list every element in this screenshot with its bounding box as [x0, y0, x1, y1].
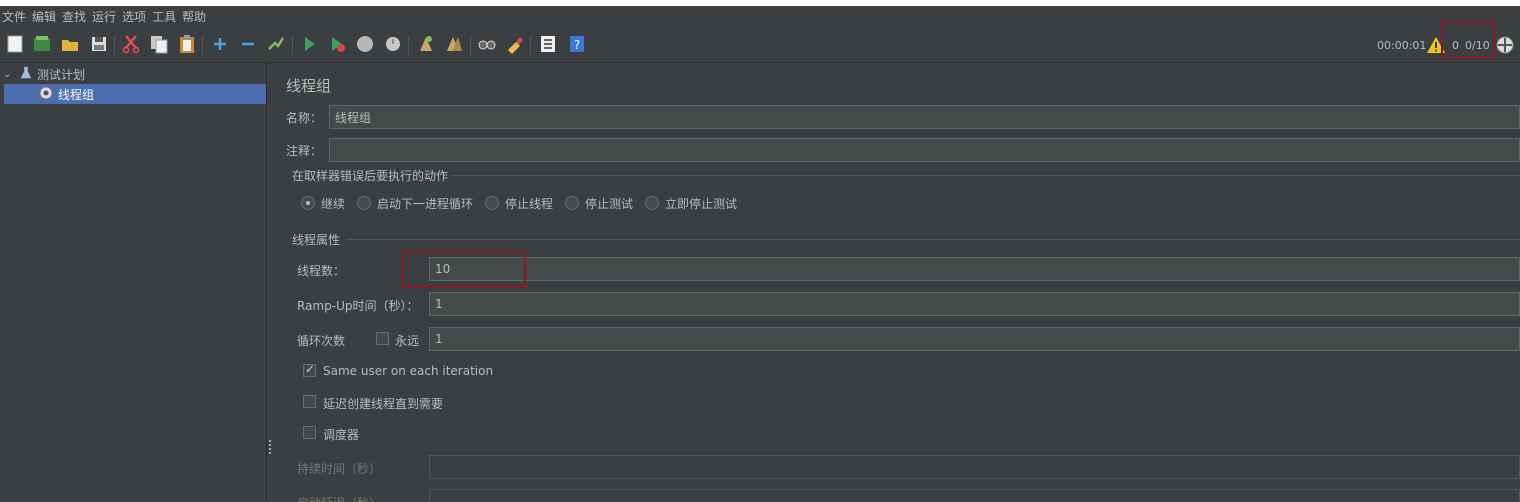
radio-label: 停止测试: [585, 197, 634, 211]
radio-stop-thread[interactable]: [485, 196, 499, 210]
save-icon[interactable]: [89, 34, 109, 54]
paste-icon[interactable]: [177, 34, 197, 54]
forever-checkbox[interactable]: [376, 332, 389, 345]
duration-label: 持续时间（秒）: [297, 462, 382, 476]
toolbar-separator: [530, 35, 531, 55]
scheduler-checkbox[interactable]: [303, 426, 316, 439]
menu-search[interactable]: 查找: [60, 8, 90, 25]
startup-delay-label: 启动延迟（秒）: [297, 494, 381, 502]
name-label: 名称：: [286, 111, 323, 125]
start-icon[interactable]: [299, 34, 319, 54]
duration-field[interactable]: [429, 455, 1520, 479]
open-icon[interactable]: [60, 34, 80, 54]
thread-count-label: 线程数：: [297, 264, 346, 278]
tree-label: 测试计划: [37, 67, 86, 82]
loop-count-label: 循环次数: [297, 334, 346, 348]
split-pane-divider[interactable]: [267, 63, 273, 502]
radio-stop-test[interactable]: [565, 196, 579, 210]
comment-label: 注释：: [286, 144, 323, 158]
delay-thread-creation-label: 延迟创建线程直到需要: [323, 397, 444, 411]
tree-node-thread-group[interactable]: 线程组: [4, 84, 266, 104]
forever-label: 永远: [395, 334, 420, 348]
copy-icon[interactable]: [149, 34, 169, 54]
toolbar-separator: [470, 35, 471, 55]
expand-icon[interactable]: [210, 34, 230, 54]
thread-properties-title: 线程属性: [292, 233, 341, 247]
highlight-box: [402, 251, 526, 288]
menu-bar: 文件 编辑 查找 运行 选项 工具 帮助: [0, 6, 1520, 27]
stop-icon[interactable]: [355, 34, 375, 54]
shutdown-icon[interactable]: [383, 34, 403, 54]
remote-icon[interactable]: [1495, 35, 1515, 55]
svg-text:?: ?: [574, 38, 580, 52]
toolbar-separator: [408, 35, 409, 55]
loop-count-field[interactable]: 1: [429, 327, 1520, 351]
page-title: 线程组: [286, 77, 332, 95]
scheduler-label: 调度器: [323, 428, 360, 442]
menu-file[interactable]: 文件: [0, 8, 30, 25]
menu-edit[interactable]: 编辑: [30, 8, 60, 25]
delay-thread-creation-checkbox[interactable]: [303, 395, 316, 408]
toolbar-separator: [114, 35, 115, 55]
clear-all-icon[interactable]: [444, 34, 464, 54]
templates-icon[interactable]: [32, 34, 52, 54]
test-plan-tree: ⌄ 测试计划 线程组: [0, 63, 267, 502]
search-icon[interactable]: [477, 34, 497, 54]
startup-delay-field[interactable]: [429, 489, 1520, 502]
highlight-box: [1441, 21, 1496, 58]
ramp-up-field[interactable]: 1: [429, 292, 1520, 316]
splitter-grip-icon[interactable]: [269, 440, 271, 454]
cut-icon[interactable]: [121, 34, 141, 54]
collapse-icon[interactable]: [238, 34, 258, 54]
toolbar: ?: [0, 27, 1520, 63]
radio-stop-test-now[interactable]: [645, 196, 659, 210]
radio-label: 继续: [321, 197, 346, 211]
clear-icon[interactable]: [416, 34, 436, 54]
same-user-checkbox[interactable]: [303, 362, 316, 377]
toggle-icon[interactable]: [266, 34, 286, 54]
reset-search-icon[interactable]: [505, 34, 525, 54]
flask-icon: [19, 66, 35, 83]
chevron-down-icon[interactable]: ⌄: [3, 69, 15, 80]
radio-start-next-loop[interactable]: [357, 196, 371, 210]
help-icon[interactable]: ?: [567, 34, 587, 54]
error-action-group-title: 在取样器错误后要执行的动作: [292, 169, 449, 183]
same-user-label: Same user on each iteration: [323, 364, 494, 378]
group-divider: [452, 175, 1520, 176]
menu-options[interactable]: 选项: [120, 8, 150, 25]
function-helper-icon[interactable]: [538, 34, 558, 54]
new-icon[interactable]: [5, 34, 25, 54]
toolbar-separator: [292, 35, 293, 55]
menu-tools[interactable]: 工具: [150, 8, 180, 25]
menu-help[interactable]: 帮助: [180, 8, 210, 25]
menu-run[interactable]: 运行: [90, 8, 120, 25]
gear-icon: [38, 85, 56, 104]
radio-continue[interactable]: [301, 196, 315, 210]
start-no-pauses-icon[interactable]: [327, 34, 347, 54]
radio-label: 启动下一进程循环: [377, 197, 474, 211]
comment-field[interactable]: [329, 138, 1520, 162]
tree-node-test-plan[interactable]: ⌄ 测试计划: [0, 64, 266, 84]
radio-label: 停止线程: [505, 197, 554, 211]
tree-label: 线程组: [58, 87, 95, 102]
toolbar-separator: [202, 35, 203, 55]
ramp-up-label: Ramp-Up时间（秒）：: [297, 299, 419, 313]
radio-label: 立即停止测试: [665, 197, 738, 211]
name-field[interactable]: 线程组: [329, 105, 1520, 129]
group-divider: [346, 239, 1520, 240]
thread-count-field[interactable]: 10: [429, 257, 1520, 281]
elapsed-timer: 00:00:01: [1377, 39, 1427, 52]
